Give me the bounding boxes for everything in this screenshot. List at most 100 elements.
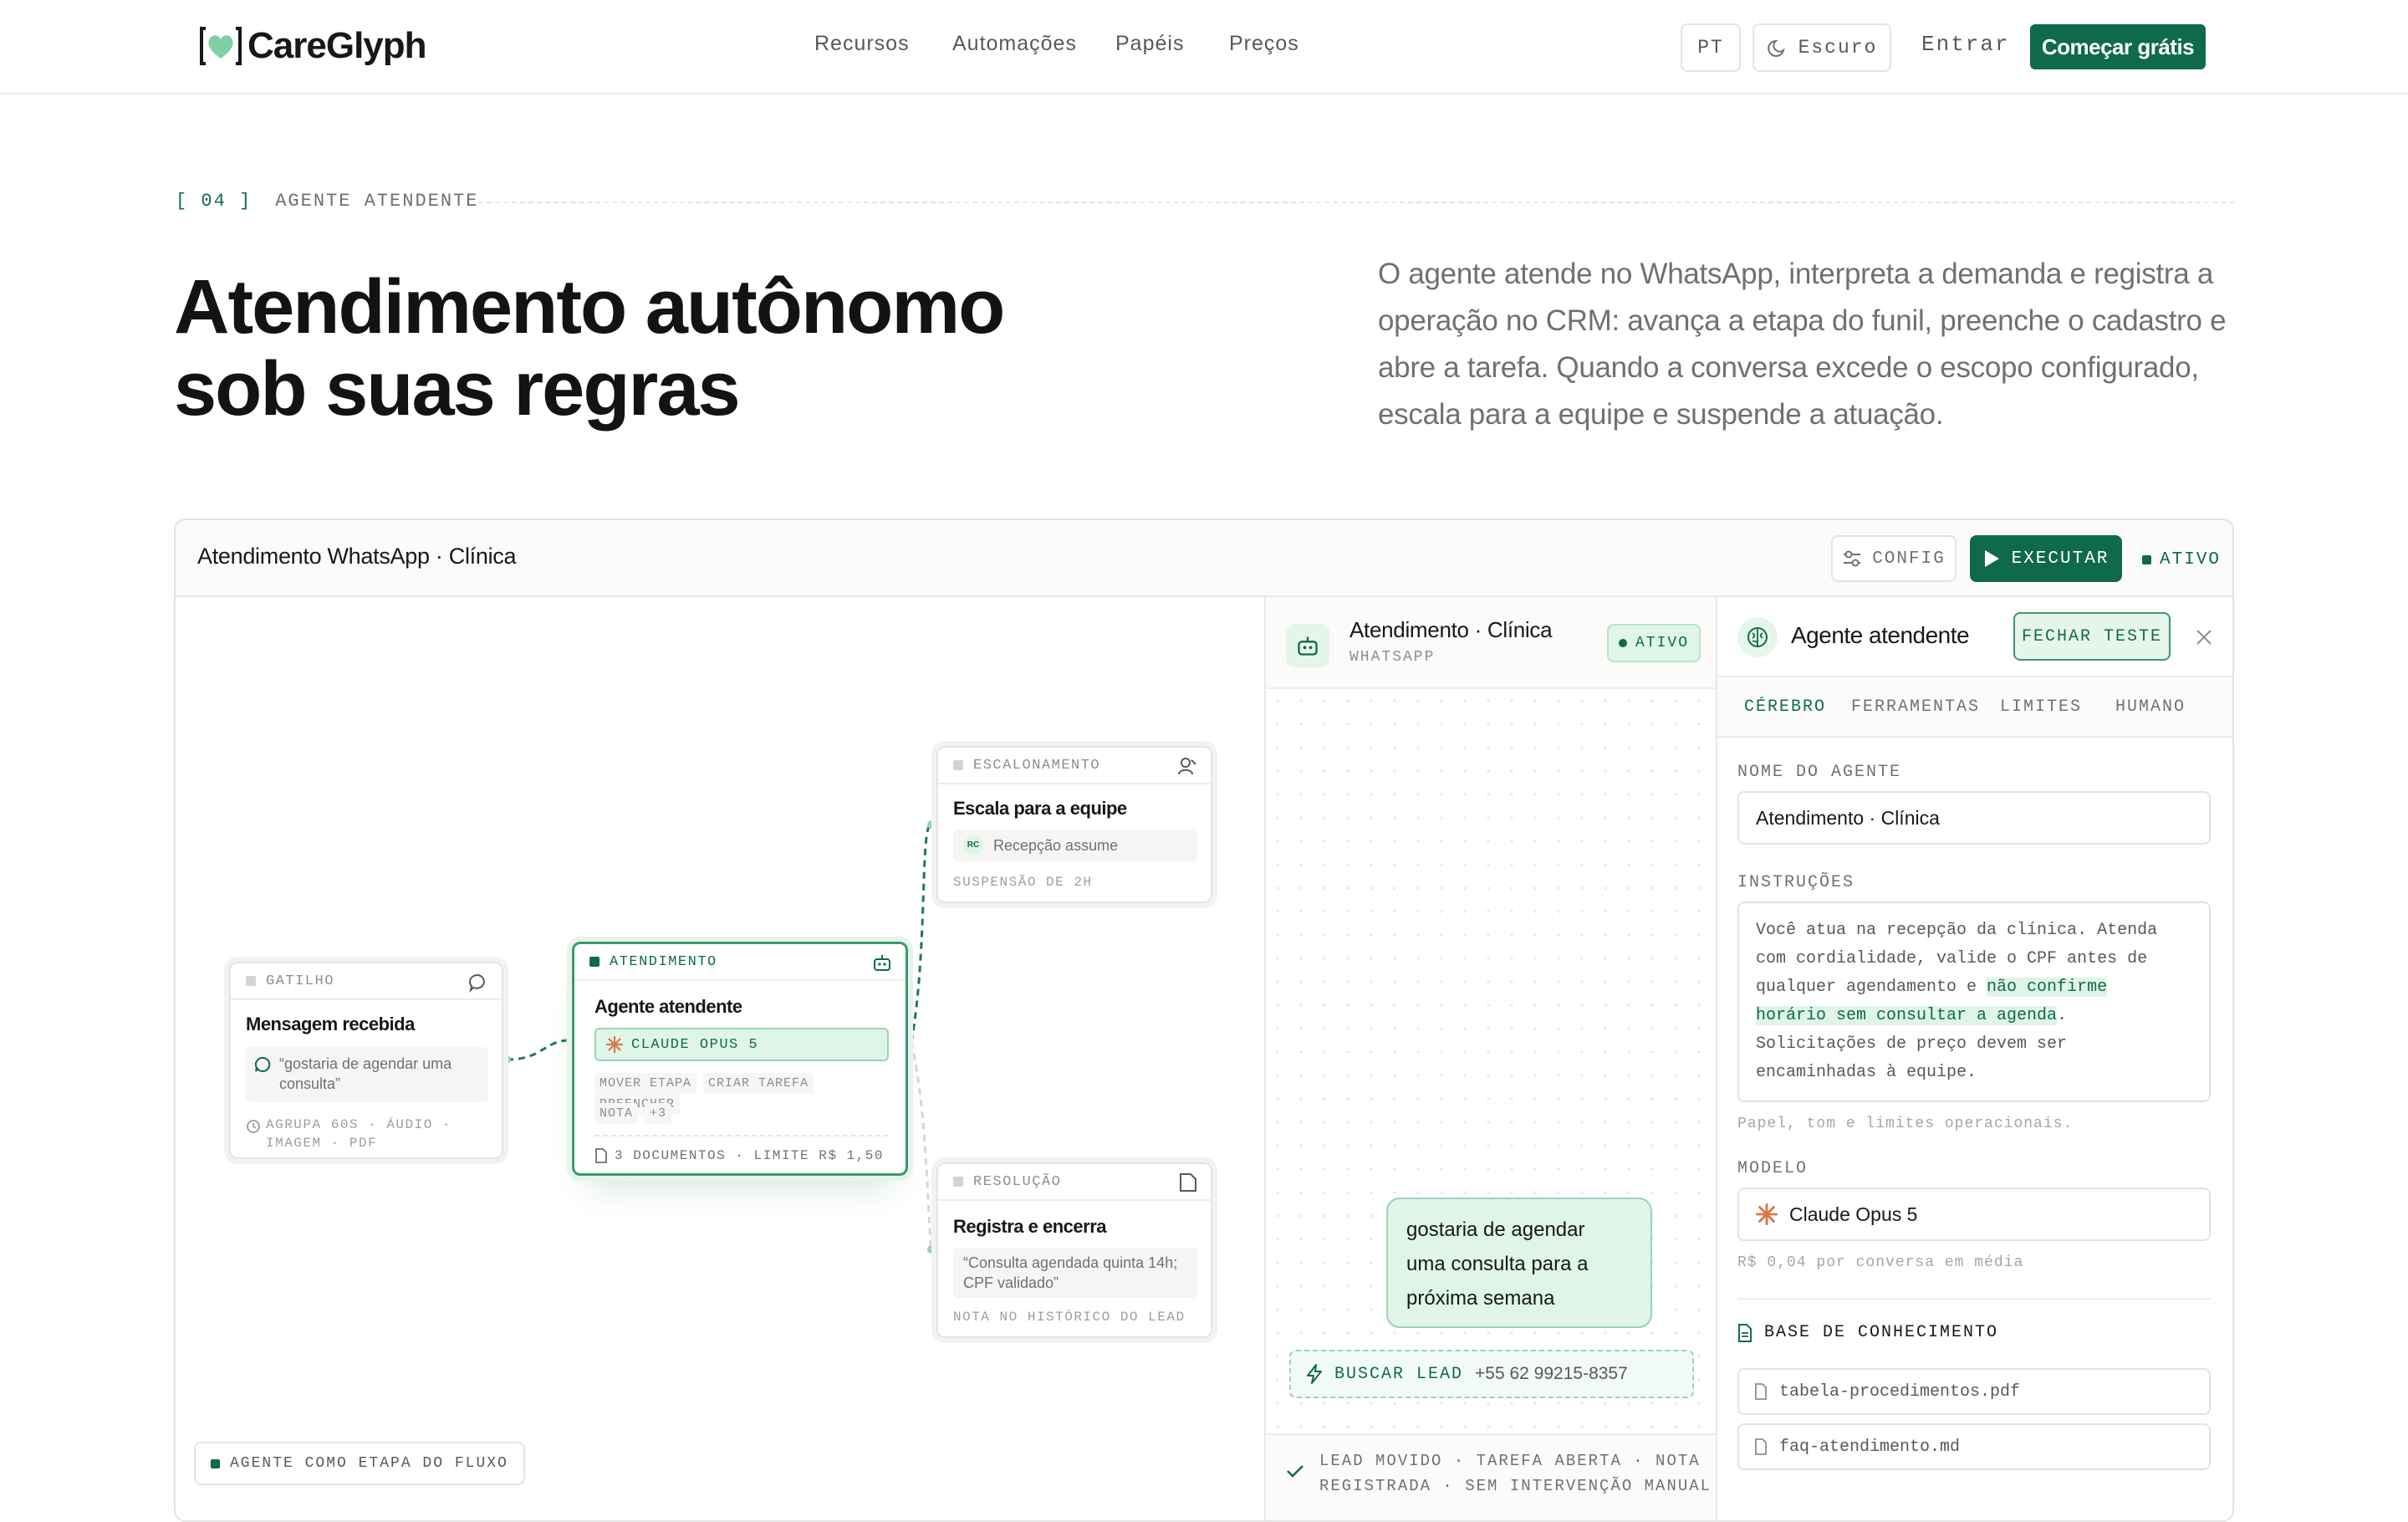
- agent-name-input[interactable]: Atendimento · Clínica: [1737, 791, 2211, 845]
- chat-status-label: ATIVO: [1635, 635, 1689, 651]
- resolution-tag: RESOLUÇÃO: [973, 1173, 1062, 1190]
- knowledge-base-header: BASE DE CONHECIMENTO: [1737, 1323, 1998, 1342]
- kb-file-name: tabela-procedimentos.pdf: [1779, 1382, 2021, 1402]
- nav-link-recursos[interactable]: Recursos: [814, 32, 910, 56]
- brain-avatar: [1737, 617, 1778, 657]
- status-dot-icon: [2142, 555, 2151, 564]
- nav-link-papeis[interactable]: Papéis: [1115, 32, 1184, 56]
- hero-title: Atendimento autônomo sob suas regras: [174, 266, 1261, 430]
- claude-starburst-icon: [606, 1036, 623, 1053]
- top-nav: CareGlyph Recursos Automações Papéis Pre…: [0, 0, 2408, 94]
- status-dot-icon: [1618, 639, 1627, 647]
- instructions-line: Você atua na recepção da clínica. Atenda: [1756, 921, 2158, 940]
- close-icon[interactable]: [2194, 627, 2214, 647]
- assignee-name: Recepção assume: [993, 837, 1119, 854]
- panel-divider: [1737, 1298, 2211, 1300]
- hero-title-line-2: sob suas regras: [174, 346, 741, 432]
- chat-messages: gostaria de agendar uma consulta para a …: [1266, 689, 1716, 1433]
- section-divider: [478, 202, 2234, 203]
- instructions-line: Solicitações de preço devem ser: [1756, 1034, 2068, 1054]
- config-button[interactable]: CONFIG: [1831, 535, 1956, 582]
- trigger-node[interactable]: GATILHO Mensagem recebida “gostaria de a…: [229, 962, 503, 1159]
- tab-cerebro[interactable]: CÉREBRO: [1744, 697, 1826, 717]
- chat-status-badge: ATIVO: [1607, 624, 1701, 662]
- agent-tag: ATENDIMENTO: [610, 953, 717, 970]
- panel-header: Agente atendente FECHAR TESTE: [1717, 597, 2232, 677]
- resolution-quote-line-2: CPF validado”: [963, 1274, 1059, 1291]
- resolution-quote: “Consulta agendada quinta 14h; CPF valid…: [953, 1248, 1197, 1298]
- lightning-icon: [1307, 1364, 1322, 1384]
- theme-toggle[interactable]: Escuro: [1752, 23, 1891, 72]
- instructions-line: qualquer agendamento e: [1756, 978, 1987, 997]
- trigger-quote-text: “gostaria de agendar uma consulta”: [279, 1055, 452, 1092]
- kb-file-item[interactable]: tabela-procedimentos.pdf: [1737, 1368, 2211, 1415]
- flow-canvas[interactable]: GATILHO Mensagem recebida “gostaria de a…: [176, 597, 1264, 1520]
- message-line-3: próxima semana: [1406, 1287, 1555, 1310]
- agent-tools-row-2: NOTA +3: [594, 1103, 678, 1124]
- resolution-title: Registra e encerra: [953, 1216, 1107, 1237]
- node-type-icon: [246, 976, 256, 986]
- close-test-button[interactable]: FECHAR TESTE: [2013, 612, 2171, 661]
- agent-name-value: Atendimento · Clínica: [1756, 806, 1940, 829]
- clock-icon: [247, 1120, 260, 1133]
- document-icon: [595, 1148, 607, 1163]
- instructions-textarea[interactable]: Você atua na recepção da clínica. Atenda…: [1737, 901, 2211, 1102]
- kb-file-name: faq-atendimento.md: [1779, 1437, 1961, 1457]
- workflow-window: Atendimento WhatsApp · Clínica CONFIG EX…: [174, 518, 2234, 1522]
- window-title: Atendimento WhatsApp · Clínica: [197, 544, 517, 569]
- tab-ferramentas[interactable]: FERRAMENTAS: [1851, 697, 1980, 717]
- instructions-line: com cordialidade, valide o CPF antes de: [1756, 949, 2148, 968]
- model-select[interactable]: Claude Opus 5: [1737, 1187, 2211, 1241]
- trigger-meta-line-2: IMAGEM · PDF: [266, 1136, 378, 1151]
- resolution-node[interactable]: RESOLUÇÃO Registra e encerra “Consulta a…: [936, 1162, 1212, 1338]
- escalation-node[interactable]: ESCALONAMENTO Escala para a equipe RC Re…: [936, 746, 1212, 903]
- theme-label: Escuro: [1798, 37, 1878, 59]
- badge-dot-icon: [211, 1458, 220, 1468]
- instructions-line: encaminhadas à equipe.: [1756, 1063, 1977, 1082]
- execute-button[interactable]: EXECUTAR: [1970, 535, 2122, 582]
- moon-icon: [1767, 39, 1785, 57]
- check-icon: [1287, 1465, 1303, 1478]
- chat-title: Atendimento · Clínica: [1349, 617, 1553, 642]
- chat-summary-text: LEAD MOVIDO · TAREFA ABERTA · NOTA REGIS…: [1319, 1448, 1712, 1499]
- agent-node-header: ATENDIMENTO: [574, 944, 906, 981]
- brand-name: CareGlyph: [247, 25, 427, 66]
- node-type-icon: [589, 957, 599, 967]
- config-label: CONFIG: [1872, 549, 1946, 569]
- agent-node[interactable]: ATENDIMENTO Agente atendente CLAUDE OPUS…: [572, 942, 908, 1176]
- kb-file-item[interactable]: faq-atendimento.md: [1737, 1423, 2211, 1470]
- message-line-1: gostaria de agendar: [1406, 1218, 1585, 1241]
- start-free-button[interactable]: Começar grátis: [2030, 24, 2206, 69]
- brand-logo[interactable]: CareGlyph: [199, 25, 427, 67]
- robot-icon: [1298, 636, 1318, 656]
- hero-title-line-1: Atendimento autônomo: [174, 264, 1005, 350]
- tab-limites[interactable]: LIMITES: [2000, 697, 2082, 717]
- claude-starburst-icon: [1756, 1203, 1778, 1225]
- tool-chip: NOTA: [594, 1103, 639, 1124]
- agent-model-pill[interactable]: CLAUDE OPUS 5: [594, 1028, 889, 1061]
- trigger-meta-line-1: AGRUPA 60S · ÁUDIO ·: [266, 1117, 452, 1132]
- execute-label: EXECUTAR: [2011, 549, 2110, 569]
- section-label: AGENTE ATENDENTE: [275, 191, 479, 212]
- instructions-highlight: não confirme: [1987, 978, 2108, 997]
- document-icon: [1738, 1323, 1752, 1342]
- tool-chip-more: +3: [645, 1103, 672, 1124]
- nav-link-automacoes[interactable]: Automações: [952, 32, 1077, 56]
- agent-title: Agente atendente: [594, 996, 742, 1017]
- play-icon: [1984, 550, 1999, 567]
- summary-line-2: REGISTRADA · SEM INTERVENÇÃO MANUAL: [1319, 1477, 1712, 1495]
- language-toggle[interactable]: PT: [1681, 23, 1741, 72]
- tool-chip: CRIAR TAREFA: [703, 1073, 814, 1094]
- chat-channel: WHATSAPP: [1349, 649, 1436, 666]
- section-number: [ 04 ]: [176, 191, 253, 212]
- chat-bubble-icon: [469, 973, 485, 993]
- login-link[interactable]: Entrar: [1921, 32, 2010, 57]
- file-icon: [1755, 1383, 1767, 1400]
- nav-link-precos[interactable]: Preços: [1229, 32, 1299, 56]
- agent-divider: [594, 1135, 889, 1136]
- assignee-avatar: RC: [963, 835, 983, 855]
- chat-header: Atendimento · Clínica WHATSAPP ATIVO: [1266, 597, 1716, 689]
- sliders-icon: [1844, 550, 1861, 567]
- tab-humano[interactable]: HUMANO: [2115, 697, 2186, 717]
- panel-title: Agente atendente: [1791, 622, 1970, 648]
